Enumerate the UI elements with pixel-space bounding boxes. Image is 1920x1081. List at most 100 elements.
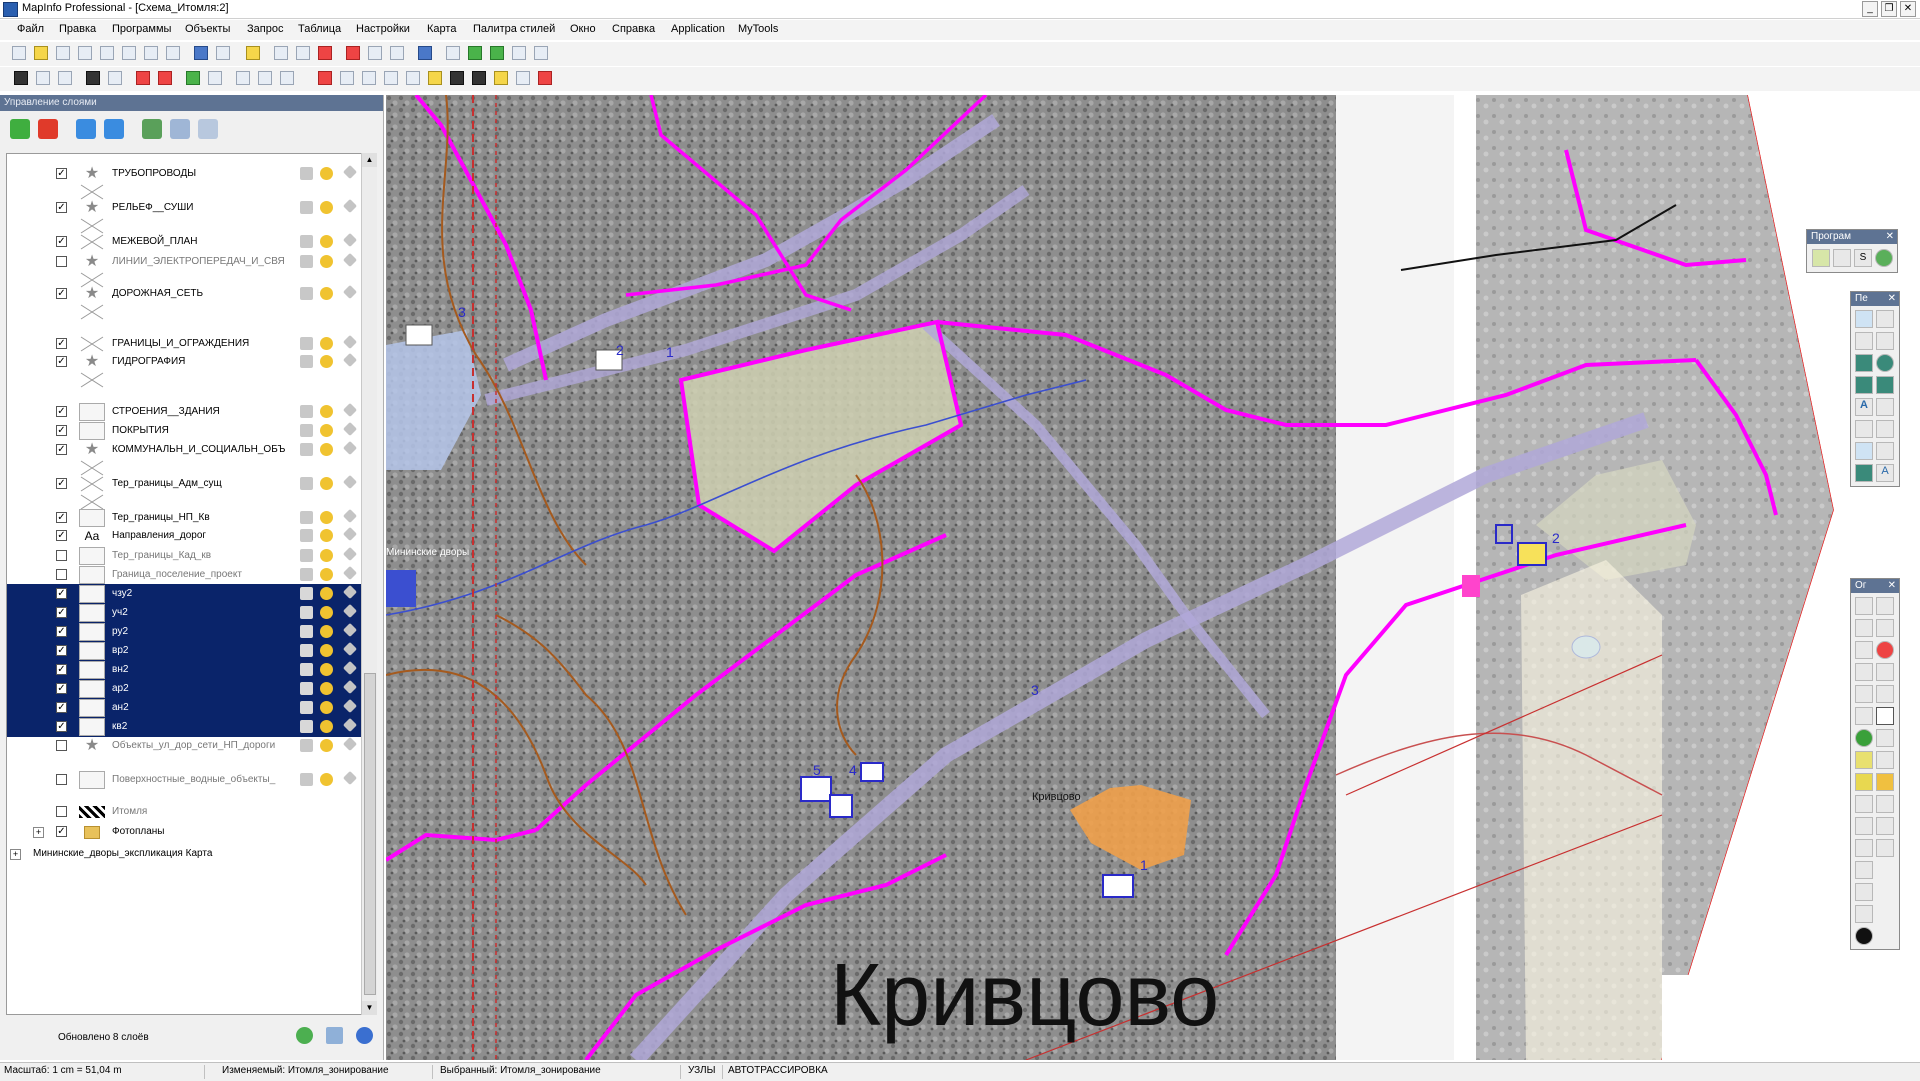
- selectable-icon[interactable]: [320, 644, 333, 657]
- selectable-icon[interactable]: [320, 773, 333, 786]
- editable-icon[interactable]: [300, 606, 313, 619]
- selectable-icon[interactable]: [320, 287, 333, 300]
- selectable-icon[interactable]: [320, 529, 333, 542]
- new-grapher-icon[interactable]: [490, 46, 504, 60]
- folder-icon[interactable]: [246, 46, 260, 60]
- tool-20-icon[interactable]: [472, 71, 486, 85]
- layer-visible-checkbox[interactable]: ✓: [56, 683, 67, 694]
- arc-icon[interactable]: [1876, 332, 1894, 350]
- editable-icon[interactable]: [300, 477, 313, 490]
- layer-visible-checkbox[interactable]: ✓: [56, 702, 67, 713]
- autolabel-icon[interactable]: [342, 352, 358, 368]
- editable-icon[interactable]: [300, 568, 313, 581]
- autolabel-icon[interactable]: [342, 584, 358, 600]
- editable-icon[interactable]: [300, 773, 313, 786]
- hotlink-icon[interactable]: [1876, 729, 1894, 747]
- editable-icon[interactable]: [300, 511, 313, 524]
- new-icon[interactable]: [12, 46, 26, 60]
- select-arrow-icon[interactable]: [1855, 597, 1873, 615]
- line-icon[interactable]: [1876, 310, 1894, 328]
- label-icon[interactable]: [1855, 751, 1873, 769]
- layer-visible-checkbox[interactable]: [56, 806, 67, 817]
- layer-row[interactable]: ✓ ★ ТРУБОПРОВОДЫ: [7, 164, 361, 184]
- menu-mytools[interactable]: MyTools: [738, 23, 778, 35]
- help-icon[interactable]: [516, 71, 530, 85]
- rectangle-icon[interactable]: [1855, 376, 1873, 394]
- tool-16-icon[interactable]: [384, 71, 398, 85]
- undo-icon[interactable]: [418, 46, 432, 60]
- autolabel-icon[interactable]: [342, 198, 358, 214]
- autolabel-icon[interactable]: [342, 508, 358, 524]
- new-layout-icon[interactable]: [512, 46, 526, 60]
- editable-icon[interactable]: [300, 167, 313, 180]
- layer-row[interactable]: ✓ ГРАНИЦЫ_И_ОГРАЖДЕНИЯ: [7, 334, 361, 354]
- layer-visible-checkbox[interactable]: ✓: [56, 607, 67, 618]
- autolabel-icon[interactable]: [342, 474, 358, 490]
- autolabel-icon[interactable]: [342, 679, 358, 695]
- print-preview-icon[interactable]: [274, 46, 288, 60]
- editable-icon[interactable]: [300, 529, 313, 542]
- line-style-icon[interactable]: [1876, 442, 1894, 460]
- tool-5-icon[interactable]: [108, 71, 122, 85]
- scroll-down-arrow[interactable]: ▼: [362, 1001, 377, 1015]
- polygon-icon[interactable]: [1855, 354, 1873, 372]
- layer-row[interactable]: ✓ Тер_границы_Адм_сущ: [7, 474, 361, 494]
- editable-icon[interactable]: [300, 701, 313, 714]
- layer-control-icon[interactable]: [1855, 773, 1873, 791]
- selectable-icon[interactable]: [320, 549, 333, 562]
- layer-row[interactable]: ★ ЛИНИИ_ЭЛЕКТРОПЕРЕДАЧ_И_СВЯ: [7, 252, 361, 272]
- tool-23-icon[interactable]: [538, 71, 552, 85]
- layer-row[interactable]: ✓ МЕЖЕВОЙ_ПЛАН: [7, 232, 361, 252]
- layer-row[interactable]: ✓ ПОКРЫТИЯ: [7, 421, 361, 441]
- menu-style-palette[interactable]: Палитра стилей: [473, 23, 555, 35]
- selectable-icon[interactable]: [320, 443, 333, 456]
- layer-row[interactable]: ✓ ★ ГИДРОГРАФИЯ: [7, 352, 361, 372]
- layer-visible-checkbox[interactable]: ✓: [56, 444, 67, 455]
- new-mapper-icon[interactable]: [468, 46, 482, 60]
- autolabel-icon[interactable]: [342, 770, 358, 786]
- tool-8-icon[interactable]: [186, 71, 200, 85]
- layer-row[interactable]: ✓ ★ ДОРОЖНАЯ_СЕТЬ: [7, 284, 361, 304]
- drag-window-icon[interactable]: [1876, 751, 1894, 769]
- open-wfs-icon[interactable]: [144, 46, 158, 60]
- layer-row[interactable]: ✓ кв2: [7, 717, 361, 737]
- tool-11-icon[interactable]: [258, 71, 272, 85]
- tool-13-icon[interactable]: [318, 71, 332, 85]
- editable-icon[interactable]: [300, 235, 313, 248]
- tool-18-icon[interactable]: [428, 71, 442, 85]
- polygon-select-icon[interactable]: [1876, 619, 1894, 637]
- reshape-icon[interactable]: [1855, 420, 1873, 438]
- text-tool-icon[interactable]: A: [1855, 398, 1873, 416]
- layer-display-icon[interactable]: [198, 119, 218, 139]
- program-1-icon[interactable]: [1812, 249, 1830, 267]
- layer-row[interactable]: ✓ ру2: [7, 622, 361, 642]
- autolabel-icon[interactable]: [342, 421, 358, 437]
- camera-icon[interactable]: [1855, 905, 1873, 923]
- program-2-icon[interactable]: [1833, 249, 1851, 267]
- selectable-icon[interactable]: [320, 477, 333, 490]
- open-workspace-icon[interactable]: [78, 46, 92, 60]
- open-icon[interactable]: [34, 46, 48, 60]
- selectable-icon[interactable]: [320, 720, 333, 733]
- editable-icon[interactable]: [300, 287, 313, 300]
- save-icon[interactable]: [194, 46, 208, 60]
- graph-select-icon[interactable]: [1855, 663, 1873, 681]
- layer-visible-checkbox[interactable]: ✓: [56, 202, 67, 213]
- editable-icon[interactable]: [300, 337, 313, 350]
- autolabel-icon[interactable]: [342, 546, 358, 562]
- autolabel-icon[interactable]: [342, 164, 358, 180]
- selectable-icon[interactable]: [320, 424, 333, 437]
- print-icon[interactable]: [296, 46, 310, 60]
- autolabel-icon[interactable]: [342, 252, 358, 268]
- options-icon[interactable]: [326, 1027, 343, 1044]
- menu-help[interactable]: Справка: [612, 23, 655, 35]
- cut-icon[interactable]: [346, 46, 360, 60]
- menu-application[interactable]: Application: [671, 23, 725, 35]
- layer-visible-checkbox[interactable]: [56, 569, 67, 580]
- layer-row[interactable]: ✓ Aa Направления_дорог: [7, 526, 361, 546]
- record-icon[interactable]: [1855, 927, 1873, 945]
- tool-2-icon[interactable]: [36, 71, 50, 85]
- layer-visible-checkbox[interactable]: [56, 740, 67, 751]
- autolabel-icon[interactable]: [342, 717, 358, 733]
- selectable-icon[interactable]: [320, 739, 333, 752]
